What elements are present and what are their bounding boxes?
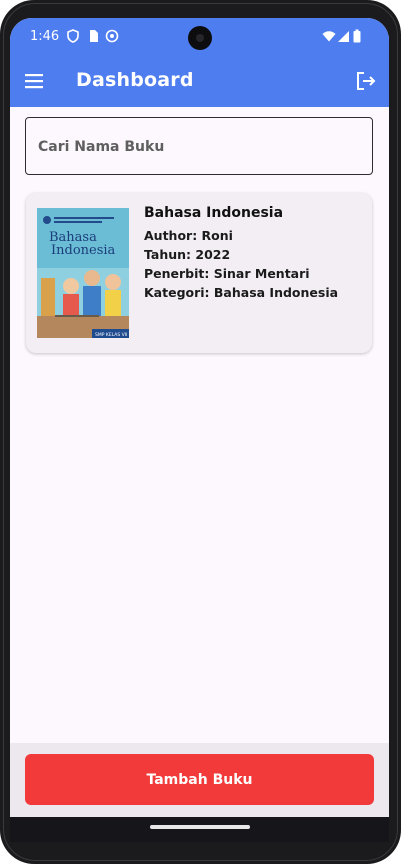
add-book-button[interactable]: Tambah Buku (25, 754, 374, 805)
cover-title-line2: Indonesia (51, 243, 116, 258)
hamburger-menu-icon[interactable] (24, 71, 46, 91)
sim-card-icon (90, 30, 98, 42)
face-icon (105, 29, 119, 43)
book-year: Tahun: 2022 (144, 247, 231, 262)
search-input[interactable] (36, 118, 360, 176)
gesture-nav-bar (10, 817, 389, 842)
wifi-icon (322, 31, 336, 42)
battery-icon (353, 29, 361, 43)
front-camera (188, 26, 212, 50)
phone-frame: 1:46 Dashboard Cari Nama Buku Bahasa Ind… (0, 0, 401, 864)
page-title: Dashboard (76, 69, 194, 91)
top-app-bar: Dashboard (10, 56, 389, 107)
cover-badge: SMP KELAS VII (95, 332, 127, 338)
shield-icon (67, 29, 79, 43)
status-bar: 1:46 (10, 18, 389, 56)
search-box (25, 117, 373, 176)
book-title: Bahasa Indonesia (144, 205, 284, 221)
book-publisher: Penerbit: Sinar Mentari (144, 266, 310, 281)
status-time: 1:46 (30, 29, 60, 44)
book-cover-image: Bahasa Indonesia SMP KELAS VII (37, 208, 129, 338)
book-card[interactable]: Bahasa Indonesia SMP KELAS VII Bahasa In… (26, 193, 372, 353)
app-screen: 1:46 Dashboard Cari Nama Buku Bahasa Ind… (10, 18, 389, 842)
book-author: Author: Roni (144, 228, 233, 243)
signal-icon (338, 31, 349, 42)
logout-icon[interactable] (355, 70, 377, 92)
book-category: Kategori: Bahasa Indonesia (144, 285, 339, 300)
home-indicator[interactable] (150, 825, 250, 829)
